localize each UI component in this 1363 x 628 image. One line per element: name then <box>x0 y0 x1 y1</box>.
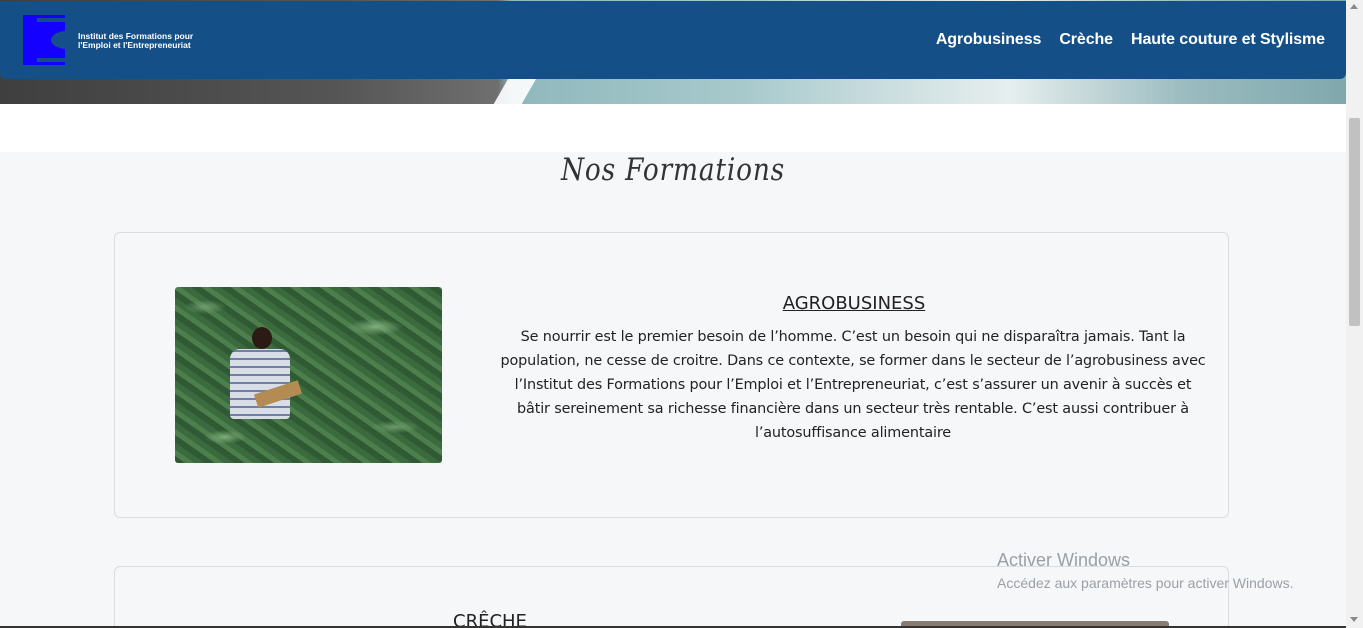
agrobusiness-photo <box>175 287 442 463</box>
formation-card-agrobusiness: AGROBUSINESS Se nourrir est le premier b… <box>114 232 1229 518</box>
spacer <box>0 104 1346 152</box>
scroll-up-arrow-icon[interactable] <box>1350 4 1358 9</box>
windows-activation-title: Activer Windows <box>997 550 1131 570</box>
nav-link-haute-couture[interactable]: Haute couture et Stylisme <box>1131 31 1325 49</box>
page: Institut des Formations pour l'Emploi et… <box>0 0 1346 628</box>
scroll-down-arrow-icon[interactable] <box>1350 617 1358 622</box>
vertical-scrollbar[interactable] <box>1346 0 1363 628</box>
windows-activation-subtitle: Accédez aux paramètres pour activer Wind… <box>997 575 1294 591</box>
navbar: Institut des Formations pour l'Emploi et… <box>0 1 1346 79</box>
card-title[interactable]: AGROBUSINESS <box>575 293 1133 314</box>
scrollbar-thumb[interactable] <box>1349 118 1360 326</box>
nav-links: Agrobusiness Crèche Haute couture et Sty… <box>936 31 1325 49</box>
section-title: Nos Formations <box>560 152 786 188</box>
nav-link-creche[interactable]: Crèche <box>1059 31 1113 49</box>
institute-logo-icon[interactable] <box>23 15 65 65</box>
card-description: Se nourrir est le premier besoin de l’ho… <box>500 329 1206 441</box>
logo-text-line2: l'Emploi et l'Entrepreneuriat <box>78 40 191 50</box>
nav-link-agrobusiness[interactable]: Agrobusiness <box>936 31 1042 49</box>
institute-name[interactable]: Institut des Formations pour l'Emploi et… <box>78 32 193 50</box>
